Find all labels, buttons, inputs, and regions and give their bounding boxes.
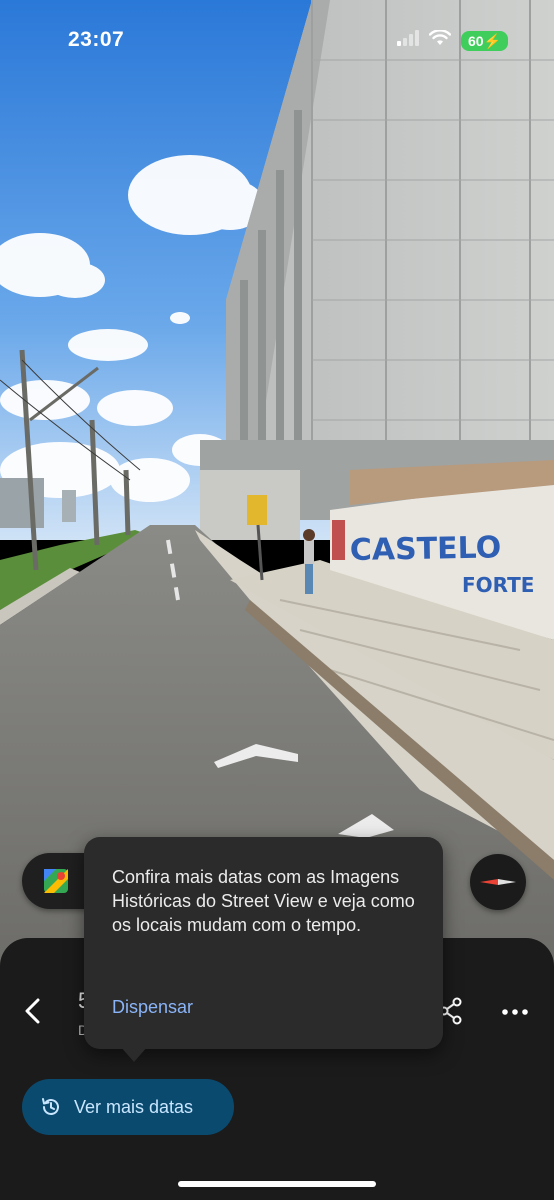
charging-icon: ⚡ [483, 32, 501, 49]
google-maps-icon [44, 869, 68, 893]
see-more-dates-button[interactable]: Ver mais datas [22, 1079, 234, 1135]
historical-imagery-tooltip: Confira mais datas com as Imagens Histór… [84, 837, 443, 1049]
dismiss-button[interactable]: Dispensar [112, 997, 193, 1018]
compass-button[interactable] [470, 854, 526, 910]
home-indicator[interactable] [178, 1181, 376, 1187]
signal-icon [396, 30, 419, 51]
wall-sign-top: CASTELO [350, 530, 502, 568]
wall-sign-bottom: FORTE [462, 573, 534, 597]
back-chevron-icon [25, 998, 40, 1024]
status-bar-right: 60⚡ [396, 29, 508, 51]
status-bar-time: 23:07 [68, 28, 125, 51]
wifi-icon [428, 29, 452, 51]
see-more-dates-label: Ver mais datas [74, 1096, 194, 1117]
more-options-button[interactable] [498, 998, 532, 1026]
compass-icon [480, 879, 516, 885]
history-icon [42, 1098, 59, 1115]
back-button[interactable] [16, 994, 50, 1028]
more-horizontal-icon [502, 1009, 528, 1015]
battery-level: 60 [467, 32, 484, 49]
tooltip-message: Confira mais datas com as Imagens Histór… [112, 867, 415, 935]
battery-indicator: 60⚡ [460, 30, 508, 51]
tooltip-pointer [120, 1046, 148, 1062]
